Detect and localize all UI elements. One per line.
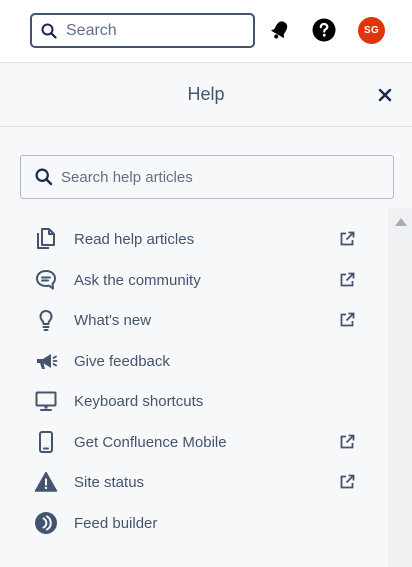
avatar[interactable]: SG xyxy=(358,17,385,44)
feed-icon xyxy=(34,511,58,535)
lightbulb-icon xyxy=(34,308,58,332)
help-item-ask-the-community[interactable]: Ask the community xyxy=(20,260,387,300)
external-link-icon xyxy=(338,433,356,451)
global-search-box[interactable] xyxy=(30,13,255,48)
scroll-up-arrow-icon[interactable] xyxy=(395,218,407,226)
global-search-input[interactable] xyxy=(66,21,241,40)
monitor-icon xyxy=(34,389,58,413)
help-item-whats-new[interactable]: What's new xyxy=(20,300,387,340)
help-item-label: Site status xyxy=(74,473,145,491)
help-item-get-confluence-mobile[interactable]: Get Confluence Mobile xyxy=(20,422,387,462)
external-link-icon xyxy=(338,311,356,329)
warning-icon xyxy=(34,470,58,494)
scrollbar[interactable] xyxy=(388,208,412,567)
help-item-site-status[interactable]: Site status xyxy=(20,462,387,502)
documents-icon xyxy=(34,227,58,251)
mobile-phone-icon xyxy=(34,430,58,454)
help-panel: Help Read help articles Ask the communit… xyxy=(0,62,412,567)
external-link-icon xyxy=(338,230,356,248)
help-search-input[interactable] xyxy=(61,168,381,186)
chat-bubble-icon xyxy=(34,268,58,292)
question-icon[interactable] xyxy=(312,18,336,42)
help-item-read-help-articles[interactable]: Read help articles xyxy=(20,219,387,259)
bell-icon[interactable] xyxy=(268,18,292,42)
help-item-label: Give feedback xyxy=(74,352,170,370)
help-menu-list: Read help articles Ask the community Wha… xyxy=(20,208,387,567)
help-item-label: Get Confluence Mobile xyxy=(74,433,227,451)
help-item-label: Ask the community xyxy=(74,271,201,289)
help-panel-title: Help xyxy=(187,84,225,104)
help-item-label: Read help articles xyxy=(74,230,195,248)
help-panel-header: Help xyxy=(0,63,412,127)
help-item-label: Feed builder xyxy=(74,514,158,532)
close-icon[interactable] xyxy=(376,86,394,104)
help-item-label: Keyboard shortcuts xyxy=(74,392,204,410)
external-link-icon xyxy=(338,473,356,491)
help-search-box[interactable] xyxy=(20,155,394,199)
help-item-label: What's new xyxy=(74,311,152,329)
help-item-keyboard-shortcuts[interactable]: Keyboard shortcuts xyxy=(20,381,387,421)
help-item-give-feedback[interactable]: Give feedback xyxy=(20,341,387,381)
search-icon xyxy=(35,168,53,186)
external-link-icon xyxy=(338,271,356,289)
search-icon xyxy=(40,22,58,40)
top-navigation-bar: SG xyxy=(0,0,412,62)
help-item-feed-builder[interactable]: Feed builder xyxy=(20,503,387,543)
megaphone-icon xyxy=(34,349,58,373)
